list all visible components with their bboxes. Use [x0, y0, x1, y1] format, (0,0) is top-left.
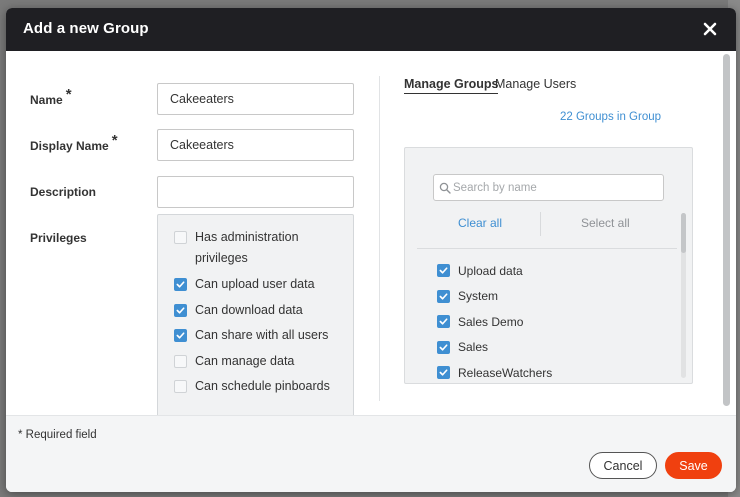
- group-search-box[interactable]: [433, 174, 664, 201]
- close-button[interactable]: [700, 19, 720, 39]
- checkbox-checked[interactable]: [437, 340, 450, 354]
- privilege-download-data[interactable]: Can download data: [174, 300, 303, 321]
- list-item[interactable]: Sales: [437, 335, 667, 361]
- check-icon: [439, 293, 448, 300]
- groups-selector-panel: Clear all Select all Upload data System …: [404, 147, 693, 384]
- check-icon: [176, 332, 185, 339]
- privileges-label: Privileges: [30, 231, 87, 245]
- name-label-text: Name: [30, 93, 63, 107]
- description-label: Description: [30, 185, 97, 199]
- privilege-schedule-pinboards[interactable]: Can schedule pinboards: [174, 376, 330, 397]
- checkbox-checked[interactable]: [437, 315, 450, 329]
- group-name: ReleaseWatchers: [458, 365, 553, 380]
- privilege-label: Can upload user data: [195, 277, 315, 291]
- checkbox-checked[interactable]: [174, 278, 187, 291]
- privilege-label: Can download data: [195, 303, 303, 317]
- dialog-body: Name* Display Name* Description Privileg…: [6, 51, 736, 418]
- groups-list-scrollbar[interactable]: [681, 213, 686, 378]
- checkbox-checked[interactable]: [437, 289, 450, 303]
- groups-count-link[interactable]: 22 Groups in Group: [560, 111, 661, 123]
- required-marker: *: [65, 86, 72, 103]
- check-icon: [439, 318, 448, 325]
- dialog-title: Add a new Group: [23, 20, 149, 37]
- clear-all-button[interactable]: Clear all: [458, 216, 502, 230]
- check-icon: [439, 369, 448, 376]
- checkbox-unchecked[interactable]: [174, 231, 187, 244]
- check-icon: [439, 267, 448, 274]
- privilege-label: Can schedule pinboards: [195, 379, 330, 393]
- checkbox-checked[interactable]: [174, 304, 187, 317]
- display-name-label: Display Name *: [30, 132, 118, 154]
- cancel-button[interactable]: Cancel: [589, 452, 657, 479]
- privilege-label: Has administration privileges: [195, 230, 299, 265]
- close-icon: [703, 22, 717, 36]
- dialog-header: Add a new Group: [6, 8, 736, 51]
- checkbox-unchecked[interactable]: [174, 355, 187, 368]
- add-group-dialog: Add a new Group Name* Display Name* Desc…: [6, 8, 736, 492]
- list-separator: [417, 248, 677, 249]
- name-label: Name *: [30, 86, 72, 108]
- name-input[interactable]: [157, 83, 354, 115]
- privilege-share-all-users[interactable]: Can share with all users: [174, 325, 328, 346]
- check-icon: [176, 307, 185, 314]
- group-name: Sales: [458, 340, 489, 355]
- privilege-upload-user-data[interactable]: Can upload user data: [174, 274, 315, 295]
- required-marker: *: [111, 132, 118, 149]
- privilege-admin[interactable]: Has administration privileges: [174, 227, 314, 269]
- select-all-button[interactable]: Select all: [581, 216, 630, 230]
- scrollbar-thumb[interactable]: [681, 213, 686, 253]
- group-name: Sales Demo: [458, 314, 524, 329]
- check-icon: [439, 344, 448, 351]
- group-name: System: [458, 289, 499, 304]
- group-search-input[interactable]: [453, 175, 658, 200]
- check-icon: [176, 281, 185, 288]
- selection-divider: [540, 212, 541, 236]
- checkbox-checked[interactable]: [174, 329, 187, 342]
- groups-list: Upload data System Sales Demo Sales Rele…: [437, 258, 667, 383]
- privilege-label: Can share with all users: [195, 328, 329, 342]
- column-divider: [379, 76, 380, 401]
- privileges-list: Has administration privileges Can upload…: [157, 214, 354, 418]
- search-icon: [439, 182, 451, 194]
- list-item[interactable]: Sales Demo: [437, 309, 667, 335]
- group-name: Upload data: [458, 263, 523, 278]
- scrollbar-thumb[interactable]: [723, 54, 730, 406]
- dialog-scrollbar[interactable]: [723, 51, 730, 407]
- checkbox-unchecked[interactable]: [174, 380, 187, 393]
- privilege-label: Can manage data: [195, 354, 295, 368]
- checkbox-checked[interactable]: [437, 264, 450, 278]
- dialog-footer: * Required field Cancel Save: [6, 415, 736, 492]
- list-item[interactable]: Upload data: [437, 258, 667, 284]
- privilege-manage-data[interactable]: Can manage data: [174, 351, 294, 372]
- required-field-note: * Required field: [18, 429, 97, 441]
- list-item[interactable]: System: [437, 284, 667, 310]
- save-button[interactable]: Save: [665, 452, 722, 479]
- tab-manage-groups[interactable]: Manage Groups: [404, 77, 499, 94]
- description-input[interactable]: [157, 176, 354, 208]
- display-name-input[interactable]: [157, 129, 354, 161]
- checkbox-checked[interactable]: [437, 366, 450, 380]
- display-name-label-text: Display Name: [30, 139, 109, 153]
- list-item[interactable]: ReleaseWatchers: [437, 360, 667, 383]
- tab-manage-users[interactable]: Manage Users: [495, 77, 576, 91]
